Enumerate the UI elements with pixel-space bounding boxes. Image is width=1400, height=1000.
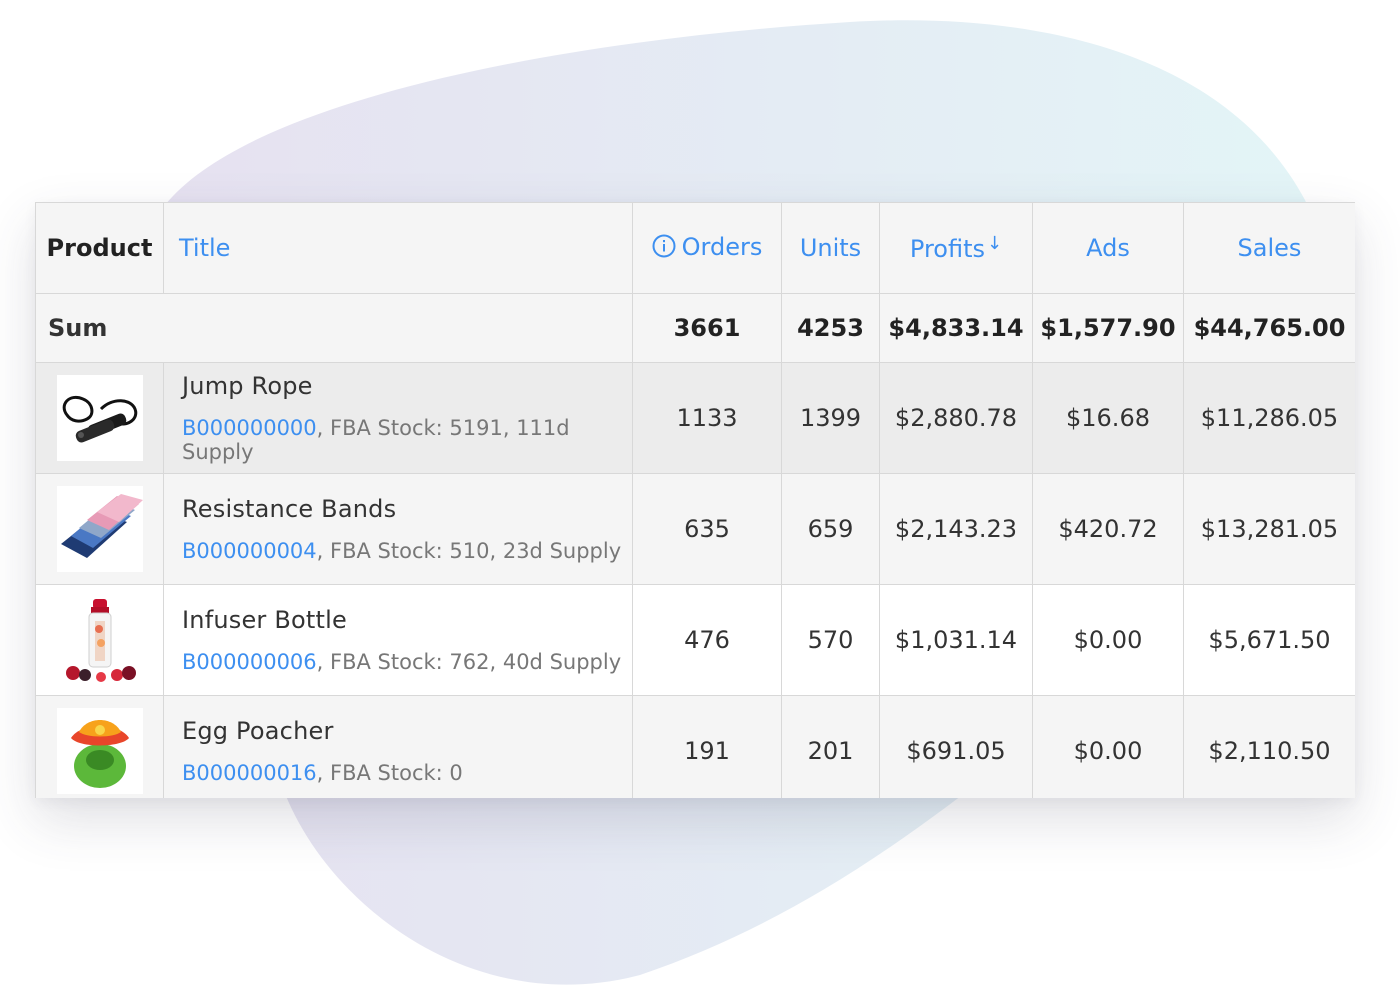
- table-row[interactable]: Resistance Bands B000000004, FBA Stock: …: [35, 473, 1355, 585]
- table-row[interactable]: Jump Rope B000000000, FBA Stock: 5191, 1…: [35, 362, 1355, 474]
- sales-cell: $5,671.50: [1183, 584, 1355, 696]
- column-header-profits[interactable]: Profits ↓: [879, 202, 1033, 294]
- ads-cell: $420.72: [1032, 473, 1184, 585]
- units-cell: 1399: [781, 362, 880, 474]
- product-title[interactable]: Infuser Bottle: [182, 606, 632, 634]
- sales-cell: $2,110.50: [1183, 695, 1355, 798]
- product-title[interactable]: Jump Rope: [182, 372, 632, 400]
- product-table-card: Product Title Orders Units Profits ↓ Ads …: [35, 202, 1355, 798]
- table-header-row: Product Title Orders Units Profits ↓ Ads …: [35, 202, 1355, 294]
- infuser-bottle-image[interactable]: [56, 597, 143, 683]
- column-header-units[interactable]: Units: [781, 202, 880, 294]
- column-header-orders[interactable]: Orders: [632, 202, 782, 294]
- sum-label: Sum: [35, 293, 633, 363]
- sales-cell: $13,281.05: [1183, 473, 1355, 585]
- units-cell: 570: [781, 584, 880, 696]
- product-meta: B000000016, FBA Stock: 0: [182, 761, 632, 785]
- units-cell: 659: [781, 473, 880, 585]
- info-circle-icon[interactable]: [652, 234, 676, 264]
- profits-cell[interactable]: $2,143.23: [879, 473, 1033, 585]
- title-cell: Resistance Bands B000000004, FBA Stock: …: [163, 473, 633, 585]
- asin-link[interactable]: B000000000: [182, 416, 317, 440]
- product-table: Product Title Orders Units Profits ↓ Ads …: [35, 202, 1355, 798]
- column-header-units-label: Units: [799, 234, 862, 262]
- ads-cell: $16.68: [1032, 362, 1184, 474]
- units-cell: 201: [781, 695, 880, 798]
- product-image-cell: [35, 695, 164, 798]
- sum-profits: $4,833.14: [879, 293, 1033, 363]
- profits-cell[interactable]: $1,031.14: [879, 584, 1033, 696]
- column-header-sales-label: Sales: [1237, 234, 1302, 262]
- product-title[interactable]: Egg Poacher: [182, 717, 632, 745]
- profits-cell[interactable]: $2,880.78: [879, 362, 1033, 474]
- sum-row: Sum 3661 4253 $4,833.14 $1,577.90 $44,76…: [35, 293, 1355, 363]
- orders-cell: 476: [632, 584, 782, 696]
- stock-info: , FBA Stock: 510, 23d Supply: [316, 539, 622, 563]
- ads-cell: $0.00: [1032, 695, 1184, 798]
- title-cell: Egg Poacher B000000016, FBA Stock: 0: [163, 695, 633, 798]
- sort-desc-arrow-icon[interactable]: ↓: [987, 233, 1002, 254]
- table-row[interactable]: Egg Poacher B000000016, FBA Stock: 0 191…: [35, 695, 1355, 798]
- sum-orders: 3661: [632, 293, 782, 363]
- asin-link[interactable]: B000000004: [182, 539, 317, 563]
- product-meta: B000000004, FBA Stock: 510, 23d Supply: [182, 539, 632, 563]
- product-image-cell: [35, 362, 164, 474]
- column-header-product: Product: [35, 202, 164, 294]
- column-header-sales[interactable]: Sales: [1183, 202, 1355, 294]
- column-header-title[interactable]: Title: [163, 202, 633, 294]
- jump-rope-image[interactable]: [56, 375, 143, 461]
- product-image-cell: [35, 584, 164, 696]
- stock-info: , FBA Stock: 762, 40d Supply: [316, 650, 622, 674]
- column-header-orders-label: Orders: [681, 232, 763, 261]
- sales-cell: $11,286.05: [1183, 362, 1355, 474]
- title-cell: Infuser Bottle B000000006, FBA Stock: 76…: [163, 584, 633, 696]
- product-image-cell: [35, 473, 164, 585]
- orders-cell: 635: [632, 473, 782, 585]
- product-title[interactable]: Resistance Bands: [182, 495, 632, 523]
- sum-units: 4253: [781, 293, 880, 363]
- sum-sales: $44,765.00: [1183, 293, 1355, 363]
- profits-cell[interactable]: $691.05: [879, 695, 1033, 798]
- column-header-profits-label: Profits: [909, 235, 985, 263]
- orders-cell: 191: [632, 695, 782, 798]
- title-cell: Jump Rope B000000000, FBA Stock: 5191, 1…: [163, 362, 633, 474]
- asin-link[interactable]: B000000016: [182, 761, 317, 785]
- table-row[interactable]: Infuser Bottle B000000006, FBA Stock: 76…: [35, 584, 1355, 696]
- egg-poacher-image[interactable]: [56, 708, 143, 794]
- orders-cell: 1133: [632, 362, 782, 474]
- product-meta: B000000006, FBA Stock: 762, 40d Supply: [182, 650, 632, 674]
- sum-ads: $1,577.90: [1032, 293, 1184, 363]
- column-header-title-label: Title: [179, 234, 231, 262]
- column-header-ads[interactable]: Ads: [1032, 202, 1184, 294]
- stock-info: , FBA Stock: 0: [316, 761, 463, 785]
- ads-cell: $0.00: [1032, 584, 1184, 696]
- resistance-bands-image[interactable]: [56, 486, 143, 572]
- product-meta: B000000000, FBA Stock: 5191, 111d Supply: [182, 416, 632, 464]
- asin-link[interactable]: B000000006: [182, 650, 317, 674]
- column-header-ads-label: Ads: [1086, 234, 1130, 262]
